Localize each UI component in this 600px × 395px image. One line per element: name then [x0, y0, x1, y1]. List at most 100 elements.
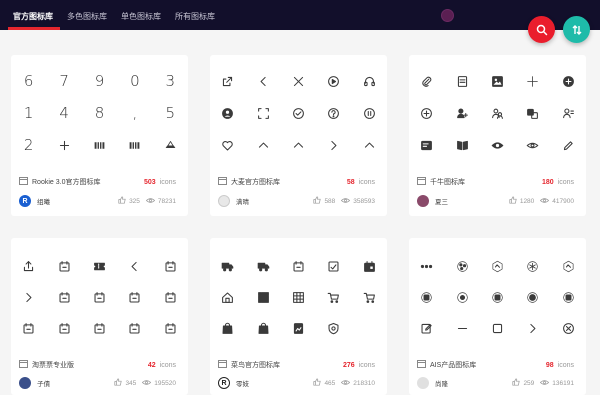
square-icon	[480, 313, 515, 344]
sun-icon	[444, 282, 479, 313]
truck-icon	[210, 251, 245, 282]
thumbs-up-icon	[313, 378, 324, 388]
glyph-preview: 0	[130, 72, 140, 90]
card-title-row: Rookie 3.0官方图标库 503 icons	[19, 176, 176, 188]
tab-monochrome[interactable]: 单色图标库	[114, 0, 168, 30]
grid-icon	[245, 282, 280, 313]
card-title-row: 大麦官方图标库 58 icons	[218, 176, 375, 188]
library-icon	[19, 177, 28, 187]
sort-button[interactable]	[563, 16, 590, 43]
tab-all[interactable]: 所有图标库	[168, 0, 222, 30]
card-title-row: 菜鸟官方图标库 276 icons	[218, 359, 375, 371]
likes: 465	[313, 378, 335, 388]
plus-circle-icon	[551, 65, 586, 97]
views: 136191	[540, 379, 574, 388]
users-icon	[480, 97, 515, 129]
thumbs-up-icon	[512, 378, 523, 388]
views: 78231	[145, 197, 176, 206]
house-icon	[210, 282, 245, 313]
calendar-icon	[153, 313, 188, 344]
icon-count: 503	[143, 178, 156, 186]
likes-count: 588	[324, 197, 336, 205]
play-circle-icon	[316, 65, 351, 97]
edit-icon	[551, 129, 586, 161]
doc-image-icon	[281, 313, 316, 344]
card-footer: R 零妓 465 218310	[218, 376, 375, 390]
icon-preview-grid	[210, 65, 387, 161]
views: 358593	[341, 197, 375, 206]
calendar-icon	[117, 313, 152, 344]
library-tabs: 官方图标库 多色图标库 单色图标库 所有图标库	[0, 0, 222, 30]
likes: 1280	[509, 196, 534, 206]
library-name[interactable]: 大麦官方图标库	[231, 177, 347, 187]
check-circle-icon	[281, 97, 316, 129]
card-footer: R 组曦 325 78231	[19, 194, 176, 208]
calendar-icon	[82, 282, 117, 313]
glyph-preview: 8	[94, 104, 105, 122]
icon-library-card[interactable]: AIS产品图标库 98 icons 尚隆 259 136191	[409, 238, 586, 395]
scan-icon	[245, 97, 280, 129]
author-name[interactable]: 组曦	[37, 196, 112, 206]
library-name[interactable]: Rookie 3.0官方图标库	[32, 177, 144, 187]
author-name[interactable]: 夏三	[435, 196, 503, 206]
pause-circle-icon	[352, 97, 387, 129]
ship-icon	[153, 129, 188, 161]
icon-count-unit: icons	[358, 361, 375, 369]
glyph-preview: ,	[132, 104, 138, 122]
hexagon-icon	[480, 251, 515, 282]
user-circle-icon	[210, 97, 245, 129]
card-footer: 尚隆 259 136191	[417, 376, 574, 390]
thumbs-up-icon	[313, 196, 324, 206]
icon-library-card[interactable]: 菜鸟官方图标库 276 icons R 零妓 465 218310	[210, 238, 387, 395]
author-avatar: R	[19, 195, 31, 207]
chevron-up-icon	[245, 129, 280, 161]
likes-count: 259	[523, 379, 535, 387]
likes: 259	[512, 378, 534, 388]
user-avatar[interactable]	[441, 9, 454, 22]
likes-count: 465	[324, 379, 336, 387]
icon-library-card[interactable]: 大麦官方图标库 58 icons 满晴 588 358593	[210, 55, 387, 216]
views-eye-icon	[142, 379, 154, 388]
top-navigation-bar: 官方图标库 多色图标库 单色图标库 所有图标库	[0, 0, 600, 30]
library-name[interactable]: 淘票票专业版	[32, 360, 148, 370]
views-eye-icon	[540, 379, 552, 388]
headset-icon	[352, 65, 387, 97]
icon-library-card[interactable]: 淘票票专业版 42 icons 子債 345 195520	[11, 238, 188, 395]
icon-library-card[interactable]: 6 7 9 0 3 1 4 8, 5 2 Rookie 3.0官方图标库 503 icons R …	[11, 55, 188, 216]
box-icon	[352, 251, 387, 282]
library-name[interactable]: 千牛图标库	[430, 177, 542, 187]
user-group-icon	[515, 97, 550, 129]
ticket-icon	[82, 251, 117, 282]
views-count: 417900	[552, 197, 574, 205]
sort-icon	[572, 24, 581, 35]
chevron-right-icon	[11, 282, 46, 313]
icon-count-unit: icons	[358, 178, 375, 186]
card-footer: 子債 345 195520	[19, 376, 176, 390]
author-avatar	[417, 195, 429, 207]
card-title-row: 淘票票专业版 42 icons	[19, 359, 176, 371]
library-name[interactable]: 菜鸟官方图标库	[231, 360, 343, 370]
author-name[interactable]: 尚隆	[435, 378, 506, 388]
views-eye-icon	[540, 197, 552, 206]
views-eye-icon	[341, 197, 353, 206]
tab-official[interactable]: 官方图标库	[0, 0, 60, 30]
author-name[interactable]: 零妓	[236, 378, 307, 388]
icon-count: 98	[545, 361, 554, 369]
author-name[interactable]: 满晴	[236, 196, 307, 206]
library-name[interactable]: AIS产品图标库	[430, 360, 546, 370]
circle-dot-icon	[515, 282, 550, 313]
thumbs-up-icon	[509, 196, 520, 206]
library-icon	[19, 360, 28, 370]
icon-preview-grid	[11, 251, 188, 344]
plus-circle-outline-icon	[409, 97, 444, 129]
badge-icon	[409, 282, 444, 313]
views: 417900	[540, 197, 574, 206]
tab-multicolor[interactable]: 多色图标库	[60, 0, 114, 30]
icon-library-card[interactable]: 千牛图标库 180 icons 夏三 1280 417900	[409, 55, 586, 216]
library-icon	[218, 360, 227, 370]
views: 218310	[341, 379, 375, 388]
icon-preview-grid: 6 7 9 0 3 1 4 8, 5 2	[11, 65, 188, 161]
search-button[interactable]	[528, 16, 555, 43]
thumbs-up-icon	[118, 196, 129, 206]
author-name[interactable]: 子債	[37, 378, 108, 388]
